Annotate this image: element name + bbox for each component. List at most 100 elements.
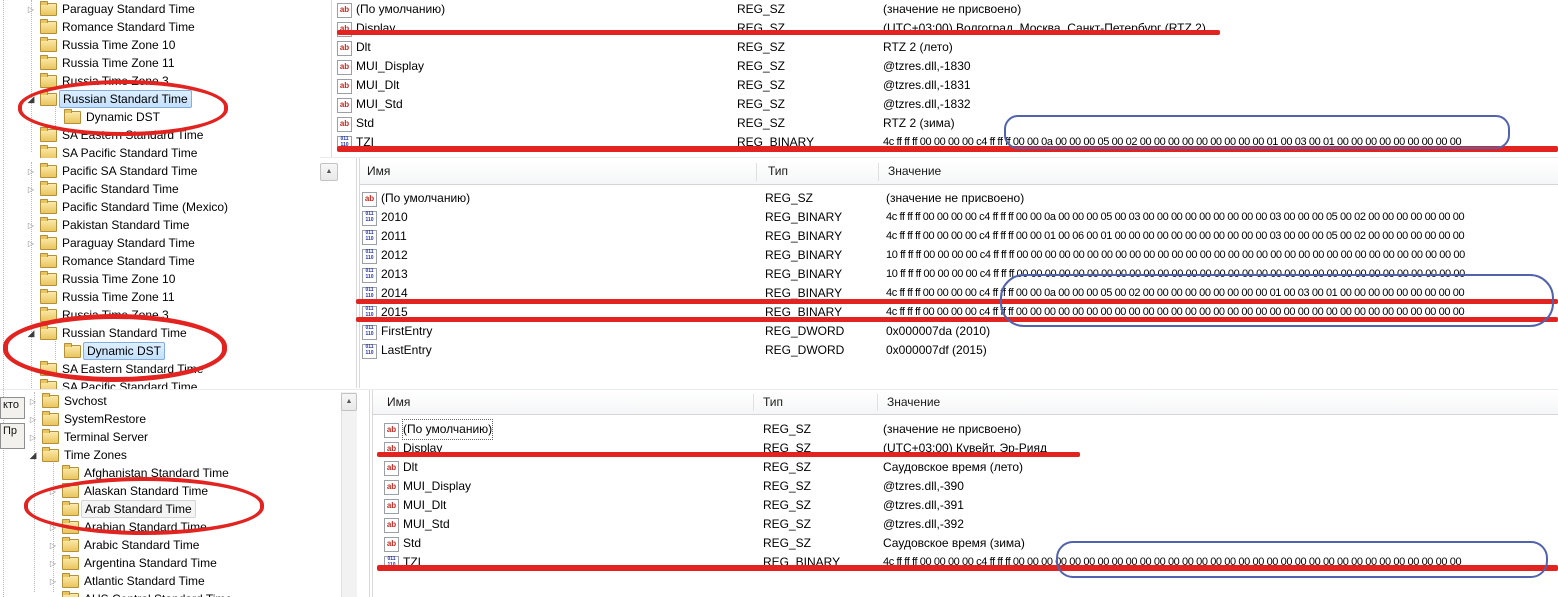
string-value-icon: ab (337, 41, 352, 56)
registry-row[interactable]: 0111102010REG_BINARY4c ff ff ff 00 00 00… (0, 208, 1558, 227)
value-data: (UTC+03:00) Волгоград, Москва, Санкт-Пет… (883, 19, 1558, 38)
value-name: MUI_Std (403, 515, 450, 534)
value-name: (По умолчанию) (356, 0, 445, 19)
tree-item-label: Svchost (61, 393, 110, 409)
registry-row[interactable]: 0111102012REG_BINARY10 ff ff ff 00 00 00… (0, 246, 1558, 265)
value-name: (По умолчанию) (381, 189, 470, 208)
value-name: MUI_Std (356, 95, 403, 114)
string-value-icon: ab (337, 79, 352, 94)
column-header-type[interactable]: Тип (763, 391, 783, 414)
value-data: @tzres.dll,-1830 (883, 57, 1558, 76)
string-value-icon: ab (362, 192, 377, 207)
value-data: @tzres.dll,-1832 (883, 95, 1558, 114)
column-header-type[interactable]: Тип (768, 160, 788, 183)
value-type: REG_SZ (737, 57, 785, 76)
folder-icon (42, 395, 59, 408)
string-value-icon: ab (337, 117, 352, 132)
registry-row[interactable]: abDltREG_SZСаудовское время (лето) (0, 458, 1558, 477)
value-name: Display (356, 19, 395, 38)
string-value-icon: ab (384, 461, 399, 476)
binary-value-icon: 011110 (362, 325, 377, 340)
column-separator (753, 394, 754, 411)
value-type: REG_SZ (737, 0, 785, 19)
string-value-icon: ab (337, 3, 352, 18)
value-type: REG_SZ (737, 95, 785, 114)
value-data: 10 ff ff ff 00 00 00 00 c4 ff ff ff 00 0… (886, 246, 1558, 265)
column-separator (878, 163, 879, 181)
value-name: MUI_Dlt (356, 76, 399, 95)
value-name: 2010 (381, 208, 408, 227)
fragment-text: кто (3, 399, 19, 411)
value-data: 4c ff ff ff 00 00 00 00 c4 ff ff ff 00 0… (886, 227, 1558, 246)
tree-item[interactable]: AUS Central Standard Time (46, 590, 235, 597)
registry-row[interactable]: abDisplayREG_SZ(UTC+03:00) Волгоград, Мо… (0, 19, 1558, 38)
scroll-up-button[interactable]: ▲ (341, 393, 357, 411)
value-name: 2012 (381, 246, 408, 265)
blue-ellipse-2014-2015 (1000, 274, 1554, 327)
value-type: REG_BINARY (765, 265, 842, 284)
scroll-up-button[interactable]: ▲ (320, 163, 338, 181)
registry-row[interactable]: 0111102011REG_BINARY4c ff ff ff 00 00 00… (0, 227, 1558, 246)
value-name: MUI_Display (356, 57, 424, 76)
red-circle-russian-standard-time-2 (3, 314, 227, 382)
value-type: REG_SZ (765, 189, 813, 208)
blue-ellipse-tzi-bottom (1056, 541, 1548, 578)
folder-icon (62, 593, 79, 597)
tree-item[interactable]: ▷ Svchost (26, 392, 110, 410)
value-data: (значение не присвоено) (883, 0, 1558, 19)
value-name: 2013 (381, 265, 408, 284)
value-name: (По умолчанию) (403, 420, 492, 439)
fragment-text: Пр (3, 425, 17, 437)
value-type: REG_SZ (763, 534, 811, 553)
registry-row[interactable]: 011110LastEntryREG_DWORD0x000007df (2015… (0, 341, 1558, 360)
value-type: REG_SZ (763, 477, 811, 496)
tree-item[interactable]: ▷Pacific SA Standard Time (24, 162, 200, 180)
tree-item[interactable]: ▷ Atlantic Standard Time (46, 572, 208, 590)
column-separator (756, 163, 757, 181)
value-data: (значение не присвоено) (886, 189, 1558, 208)
registry-row[interactable]: ab(По умолчанию)REG_SZ(значение не присв… (0, 420, 1558, 439)
blue-ellipse-tzi-top (1004, 115, 1510, 149)
value-name: Dlt (356, 38, 371, 57)
binary-value-icon: 011110 (362, 249, 377, 264)
value-type: REG_SZ (763, 515, 811, 534)
registry-row[interactable]: abDltREG_SZRTZ 2 (лето) (0, 38, 1558, 57)
column-separator (877, 394, 878, 411)
value-type: REG_SZ (737, 76, 785, 95)
value-data: 0x000007df (2015) (886, 341, 1558, 360)
registry-row[interactable]: ab MUI_Std REG_SZ @tzres.dll,-1832 (0, 95, 1558, 114)
string-value-icon: ab (337, 98, 352, 113)
binary-value-icon: 011110 (362, 344, 377, 359)
column-header-name[interactable]: Имя (367, 160, 390, 183)
column-header-value[interactable]: Значение (888, 160, 941, 183)
string-value-icon: ab (337, 60, 352, 75)
column-header-name[interactable]: Имя (387, 391, 410, 414)
folder-icon (40, 165, 57, 178)
collapsed-arrow-icon[interactable]: ▷ (46, 577, 60, 586)
value-data: @tzres.dll,-391 (883, 496, 1558, 515)
tree-item-label: Atlantic Standard Time (81, 573, 208, 589)
tree-scrollbar[interactable] (341, 392, 357, 597)
background-window-fragment: Пр (0, 423, 25, 449)
value-name: Std (356, 114, 374, 133)
tree-item-label: AUS Central Standard Time (81, 591, 235, 597)
column-header-bottom[interactable]: Имя Тип Значение (373, 391, 1558, 415)
column-header-middle[interactable]: Имя Тип Значение (360, 160, 1558, 185)
registry-row[interactable]: ab (По умолчанию) REG_SZ (значение не присв… (0, 189, 1558, 208)
value-type: REG_SZ (737, 38, 785, 57)
registry-row[interactable]: ab (По умолчанию) REG_SZ (значение не присв… (0, 0, 1558, 19)
value-type: REG_SZ (763, 496, 811, 515)
value-data: 4c ff ff ff 00 00 00 00 c4 ff ff ff 00 0… (886, 208, 1558, 227)
value-data: @tzres.dll,-392 (883, 515, 1558, 534)
collapsed-arrow-icon[interactable]: ▷ (26, 397, 40, 406)
column-header-value[interactable]: Значение (887, 391, 940, 414)
collapsed-arrow-icon[interactable]: ▷ (24, 167, 38, 176)
string-value-icon: ab (384, 480, 399, 495)
value-type: REG_SZ (763, 458, 811, 477)
value-data: Саудовское время (лето) (883, 458, 1558, 477)
registry-row[interactable]: ab MUI_Display REG_SZ @tzres.dll,-1830 (0, 57, 1558, 76)
registry-row[interactable]: abMUI_DltREG_SZ@tzres.dll,-1831 (0, 76, 1558, 95)
binary-value-icon: 011110 (362, 268, 377, 283)
binary-value-icon: 011110 (362, 211, 377, 226)
red-circle-russian-standard-time-1 (18, 80, 228, 136)
